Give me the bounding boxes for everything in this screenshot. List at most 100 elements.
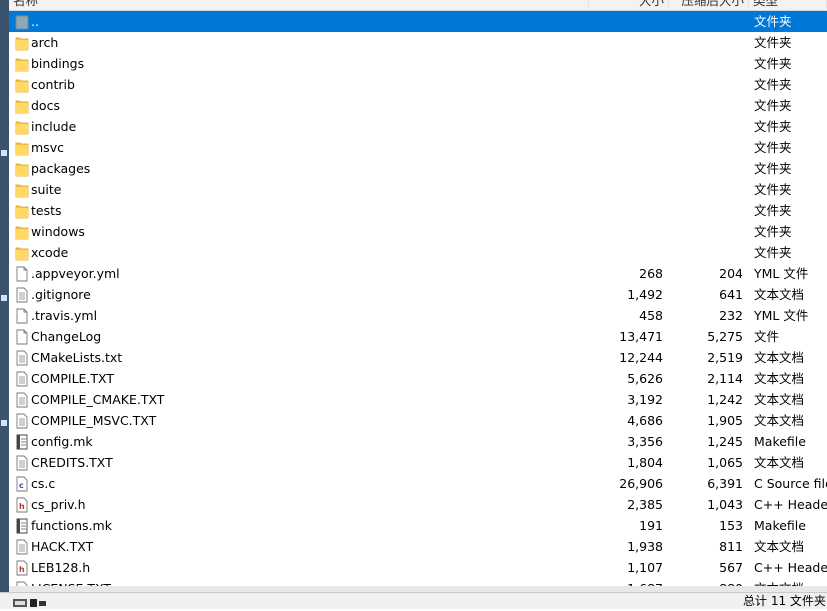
- column-header-size[interactable]: 大小: [589, 0, 669, 9]
- file-type: 文件夹: [754, 245, 792, 260]
- makefile-icon: [15, 434, 29, 450]
- file-row[interactable]: CMakeLists.txt 12,244 2,519 文本文档: [9, 347, 827, 368]
- file-row[interactable]: .gitignore 1,492 641 文本文档: [9, 284, 827, 305]
- file-row[interactable]: .appveyor.yml 268 204 YML 文件: [9, 263, 827, 284]
- file-type: 文本文档: [754, 287, 805, 302]
- file-name: cs_priv.h: [31, 497, 86, 512]
- file-packed-size: 204: [719, 266, 743, 281]
- file-name: windows: [31, 224, 85, 239]
- folder-icon: [15, 140, 29, 156]
- file-type: 文本文档: [754, 371, 805, 386]
- file-row[interactable]: ChangeLog 13,471 5,275 文件: [9, 326, 827, 347]
- file-list[interactable]: .. 文件夹 arch 文件夹 bindings 文件夹 contrib 文件夹 docs 文件夹…: [9, 11, 827, 586]
- file-name: msvc: [31, 140, 64, 155]
- file-row[interactable]: c cs.c 26,906 6,391 C Source file: [9, 473, 827, 494]
- file-row[interactable]: LICENSE.TXT 1,687 880 文本文档: [9, 578, 827, 586]
- file-row[interactable]: xcode 文件夹: [9, 242, 827, 263]
- file-size: 458: [639, 308, 663, 323]
- column-header-type[interactable]: 类型: [749, 0, 827, 9]
- file-name: tests: [31, 203, 62, 218]
- file-packed-size: 1,245: [707, 434, 743, 449]
- file-packed-size: 2,114: [707, 371, 743, 386]
- status-total: 总计 11 文件夹: [743, 594, 826, 608]
- file-type: Makefile: [754, 518, 806, 533]
- file-row[interactable]: functions.mk 191 153 Makefile: [9, 515, 827, 536]
- file-packed-size: 153: [719, 518, 743, 533]
- file-row[interactable]: tests 文件夹: [9, 200, 827, 221]
- file-row[interactable]: CREDITS.TXT 1,804 1,065 文本文档: [9, 452, 827, 473]
- file-name: HACK.TXT: [31, 539, 94, 554]
- file-name: include: [31, 119, 77, 134]
- folder-icon: [15, 98, 29, 114]
- file-size: 1,804: [627, 455, 663, 470]
- file-packed-size: 232: [719, 308, 743, 323]
- file-row[interactable]: COMPILE_MSVC.TXT 4,686 1,905 文本文档: [9, 410, 827, 431]
- file-row[interactable]: msvc 文件夹: [9, 137, 827, 158]
- file-name: contrib: [31, 77, 75, 92]
- file-type: 文件夹: [754, 182, 792, 197]
- parent-folder-icon: [15, 14, 29, 30]
- column-header-size-label: 大小: [638, 0, 664, 8]
- makefile-icon: [15, 518, 29, 534]
- file-row[interactable]: packages 文件夹: [9, 158, 827, 179]
- folder-icon: [15, 119, 29, 135]
- file-type: 文本文档: [754, 539, 805, 554]
- file-type: 文件夹: [754, 203, 792, 218]
- file-name: COMPILE.TXT: [31, 371, 115, 386]
- file-packed-size: 2,519: [707, 350, 743, 365]
- file-size: 26,906: [619, 476, 663, 491]
- folder-icon: [15, 203, 29, 219]
- file-packed-size: 811: [719, 539, 743, 554]
- file-row[interactable]: contrib 文件夹: [9, 74, 827, 95]
- file-row[interactable]: windows 文件夹: [9, 221, 827, 242]
- file-name: LEB128.h: [31, 560, 91, 575]
- column-header-name[interactable]: 名称: [9, 0, 589, 9]
- file-row[interactable]: COMPILE.TXT 5,626 2,114 文本文档: [9, 368, 827, 389]
- file-row[interactable]: .travis.yml 458 232 YML 文件: [9, 305, 827, 326]
- folder-icon: [15, 77, 29, 93]
- file-row[interactable]: bindings 文件夹: [9, 53, 827, 74]
- file-type: 文件夹: [754, 119, 792, 134]
- file-size: 268: [639, 266, 663, 281]
- file-type: Makefile: [754, 434, 806, 449]
- file-row[interactable]: HACK.TXT 1,938 811 文本文档: [9, 536, 827, 557]
- file-name: config.mk: [31, 434, 93, 449]
- file-row[interactable]: suite 文件夹: [9, 179, 827, 200]
- file-name: ..: [31, 14, 39, 29]
- file-row[interactable]: .. 文件夹: [9, 11, 827, 32]
- file-packed-size: 1,043: [707, 497, 743, 512]
- file-packed-size: 1,065: [707, 455, 743, 470]
- file-row[interactable]: arch 文件夹: [9, 32, 827, 53]
- file-type: 文本文档: [754, 350, 805, 365]
- status-bar: 总计 11 文件夹: [0, 592, 827, 609]
- file-row[interactable]: docs 文件夹: [9, 95, 827, 116]
- file-size: 12,244: [619, 350, 663, 365]
- file-name: docs: [31, 98, 60, 113]
- file-row[interactable]: include 文件夹: [9, 116, 827, 137]
- text-file-icon: [15, 350, 29, 366]
- text-file-icon: [15, 287, 29, 303]
- file-type: 文件夹: [754, 77, 792, 92]
- file-name: ChangeLog: [31, 329, 102, 344]
- blank-file-icon: [15, 329, 29, 345]
- file-row[interactable]: config.mk 3,356 1,245 Makefile: [9, 431, 827, 452]
- file-type: 文件夹: [754, 161, 792, 176]
- column-header-packed[interactable]: 压缩后大小: [669, 0, 749, 9]
- file-size: 4,686: [627, 413, 663, 428]
- file-row[interactable]: h LEB128.h 1,107 567 C++ Header: [9, 557, 827, 578]
- folder-icon: [15, 56, 29, 72]
- edge-marker: [1, 295, 7, 301]
- file-packed-size: 1,905: [707, 413, 743, 428]
- file-type: 文件夹: [754, 98, 792, 113]
- folder-icon: [15, 161, 29, 177]
- file-row[interactable]: COMPILE_CMAKE.TXT 3,192 1,242 文本文档: [9, 389, 827, 410]
- svg-text:h: h: [19, 502, 25, 511]
- drive-icon: [13, 596, 47, 611]
- file-name: .travis.yml: [31, 308, 98, 323]
- svg-text:h: h: [19, 565, 25, 574]
- file-type: C Source file: [754, 476, 827, 491]
- file-type: 文件夹: [754, 224, 792, 239]
- file-name: CMakeLists.txt: [31, 350, 123, 365]
- file-row[interactable]: h cs_priv.h 2,385 1,043 C++ Header: [9, 494, 827, 515]
- file-type: 文件: [754, 329, 780, 344]
